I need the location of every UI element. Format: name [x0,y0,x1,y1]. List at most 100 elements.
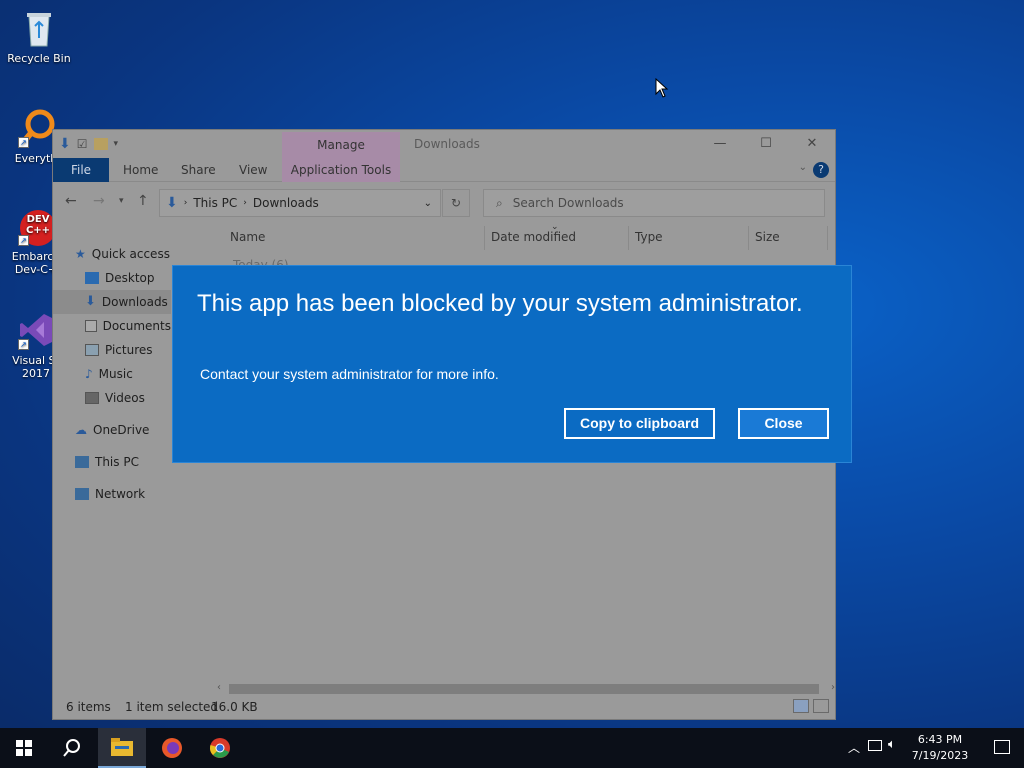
start-button[interactable] [0,728,48,768]
devcpp-logo-text: DEV C++ [25,214,51,236]
breadcrumb-separator-icon: › [243,198,247,208]
back-arrow-icon[interactable]: ← [65,193,77,209]
sidebar-item-desktop[interactable]: Desktop [53,266,171,290]
tab-home[interactable]: Home [123,158,158,182]
sidebar-item-music[interactable]: ♪ Music [53,362,171,386]
sidebar-item-this-pc[interactable]: This PC [53,450,171,474]
show-hidden-icons-icon[interactable]: ︿ [848,739,860,756]
scroll-left-icon[interactable]: ‹ [217,682,221,693]
taskbar-chrome[interactable] [196,728,244,768]
downloads-folder-icon: ⬇ [166,195,178,211]
taskbar-clock[interactable]: 6:43 PM 7/19/2023 [908,732,972,764]
properties-icon[interactable]: ☑ [77,137,88,151]
up-arrow-icon[interactable]: ↑ [137,193,149,209]
tab-application-tools[interactable]: Application Tools [282,158,400,182]
status-size: 16.0 KB [211,700,258,714]
sidebar-item-label: This PC [95,455,139,469]
folder-icon [111,738,133,756]
column-divider[interactable] [827,226,828,250]
sidebar-item-label: Network [95,487,146,501]
tab-file[interactable]: File [53,158,109,182]
sidebar-item-quick-access[interactable]: ★ Quick access [53,242,171,266]
desktop-icon-recycle-bin[interactable]: Recycle Bin [3,8,75,65]
network-status-icon[interactable] [868,740,882,751]
refresh-icon: ↻ [450,196,462,210]
downloads-icon: ⬇ [85,294,96,309]
horizontal-scrollbar[interactable]: ‹ › [217,682,835,696]
column-divider[interactable] [628,226,629,250]
sidebar-item-label: Documents [102,319,171,333]
breadcrumb-downloads[interactable]: Downloads [253,196,319,210]
taskbar: ︿ 🔈︎ 6:43 PM 7/19/2023 [0,728,1024,768]
address-dropdown-icon[interactable]: ⌄ [424,198,432,209]
recent-locations-icon[interactable]: ▾ [119,196,124,206]
scroll-right-icon[interactable]: › [831,682,835,693]
ribbon-expand-icon[interactable]: ⌄ [799,162,807,173]
desktop-folder-icon [85,272,99,284]
close-button[interactable]: Close [738,408,829,439]
computer-icon [75,456,89,468]
refresh-button[interactable]: ↻ [442,189,470,217]
details-view-icon[interactable] [793,699,809,713]
videos-icon [85,392,99,404]
status-bar: 6 items 1 item selected 16.0 KB [53,695,835,719]
sidebar-item-network[interactable]: Network [53,482,171,506]
manage-tab[interactable]: Manage [282,132,400,158]
download-arrow-icon[interactable]: ⬇ [59,136,71,152]
sidebar-item-videos[interactable]: Videos [53,386,171,410]
ribbon-tabs: File Home Share View Application Tools ⌄… [53,158,835,182]
column-divider[interactable] [484,226,485,250]
recycle-bin-icon [19,8,59,48]
search-icon: ⌕ [496,195,503,210]
column-header-type[interactable]: Type [635,230,663,244]
search-input[interactable]: ⌕ Search Downloads [483,189,825,217]
close-window-icon[interactable]: ✕ [789,130,835,158]
status-item-count: 6 items [66,700,111,714]
shortcut-arrow-icon: ↗ [18,137,29,148]
qat-dropdown-icon[interactable]: ▾ [114,139,119,149]
dialog-message: Contact your system administrator for mo… [200,366,499,382]
desktop-icon-label: Recycle Bin [7,52,71,65]
sidebar-item-documents[interactable]: Documents [53,314,171,338]
taskbar-file-explorer[interactable] [98,728,146,768]
help-icon[interactable]: ? [813,162,829,178]
sidebar-item-label: Music [98,367,133,381]
large-icons-view-icon[interactable] [813,699,829,713]
scrollbar-thumb[interactable] [229,684,819,694]
column-divider[interactable] [748,226,749,250]
music-note-icon: ♪ [85,367,93,381]
navigation-bar: ← → ▾ ↑ ⬇ › This PC › Downloads ⌄ ↻ ⌕ Se… [53,183,835,219]
breadcrumb-this-pc[interactable]: This PC [193,196,237,210]
column-header-name[interactable]: Name [230,230,265,244]
sidebar-item-onedrive[interactable]: ☁ OneDrive [53,418,171,442]
sidebar-item-label: Desktop [105,271,155,285]
maximize-icon[interactable]: ☐ [743,130,789,158]
column-header-date[interactable]: Date modified [491,230,576,244]
copy-to-clipboard-button[interactable]: Copy to clipboard [564,408,715,439]
sidebar-item-label: Downloads [101,295,168,309]
minimize-icon[interactable]: — [697,130,743,158]
column-header-size[interactable]: Size [755,230,780,244]
tab-view[interactable]: View [239,158,267,182]
title-bar[interactable]: ⬇ ☑ ▾ Manage Downloads — ☐ ✕ [53,130,835,158]
new-folder-icon[interactable] [93,138,108,150]
clock-time: 6:43 PM [917,733,963,746]
quick-access-toolbar: ⬇ ☑ ▾ [59,136,118,152]
sidebar-item-pictures[interactable]: Pictures [53,338,171,362]
breadcrumb-separator-icon: › [183,198,188,208]
search-placeholder: Search Downloads [512,196,624,210]
notifications-icon[interactable] [994,740,1010,754]
mouse-cursor-icon [655,77,669,101]
tab-share[interactable]: Share [181,158,216,182]
search-button[interactable] [48,728,96,768]
dialog-heading: This app has been blocked by your system… [197,290,803,317]
taskbar-firefox[interactable] [148,728,196,768]
visual-studio-icon: ↗ [16,310,56,350]
volume-muted-icon[interactable]: 🔈︎ [888,737,896,752]
sidebar-item-label: Pictures [105,343,153,357]
forward-arrow-icon[interactable]: → [93,193,105,209]
sidebar-item-downloads[interactable]: ⬇ Downloads [53,290,171,314]
sort-chevron-icon: ⌄ [551,222,559,232]
address-bar[interactable]: ⬇ › This PC › Downloads ⌄ [159,189,441,217]
sidebar-item-label: Videos [105,391,145,405]
